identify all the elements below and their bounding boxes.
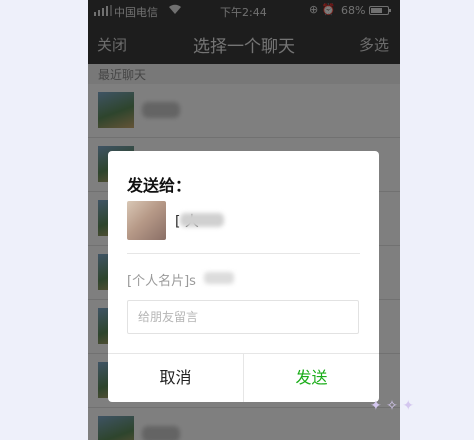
left-background: [0, 0, 88, 440]
decorative-sparkle-icon: ✦ ✧ ✦: [370, 398, 415, 414]
phone-screen: 中国电信 下午2:44 ⊕ ⏰ 68% 关闭 选择一个聊天 多选 最近聊天 发送…: [88, 0, 400, 440]
card-preview-redaction: [204, 272, 234, 284]
recipient-avatar: [127, 201, 166, 240]
dialog-actions: 取消 发送: [108, 353, 379, 402]
card-preview: [个人名片]s: [127, 274, 196, 289]
dialog-heading: 发送给：: [127, 176, 192, 195]
cancel-button[interactable]: 取消: [108, 354, 244, 402]
dialog-divider: [127, 253, 360, 254]
share-dialog: 发送给： [ 大 [个人名片]s 取消 发送: [108, 151, 379, 402]
send-button[interactable]: 发送: [244, 354, 379, 402]
recipient-name-redaction: [180, 213, 224, 227]
message-input[interactable]: [127, 300, 359, 334]
right-background: [400, 0, 474, 440]
